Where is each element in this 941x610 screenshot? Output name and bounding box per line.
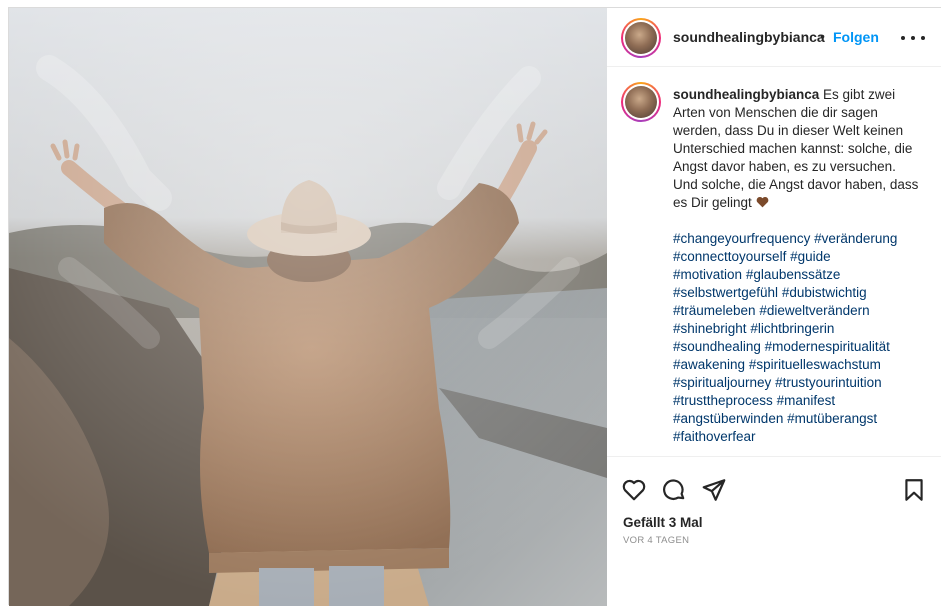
hashtag-list: #changeyourfrequency #veränderung #connec… bbox=[673, 230, 921, 446]
photo-illustration bbox=[9, 8, 607, 606]
hashtag-link[interactable]: #awakening bbox=[673, 357, 745, 372]
hashtag-link[interactable]: #dubistwichtig bbox=[782, 285, 867, 300]
comment-bubble-icon[interactable] bbox=[661, 477, 687, 503]
actions-section: Gefällt 3 Mal VOR 4 TAGEN bbox=[607, 456, 941, 606]
hashtag-link[interactable]: #connecttoyourself bbox=[673, 249, 786, 264]
hashtag-link[interactable]: #träumeleben bbox=[673, 303, 756, 318]
author-avatar[interactable] bbox=[621, 18, 661, 58]
page-edge bbox=[933, 556, 941, 610]
caption: soundhealingbybianca Es gibt zwei Arten … bbox=[673, 86, 921, 446]
post-timestamp[interactable]: VOR 4 TAGEN bbox=[623, 535, 689, 546]
hashtag-link[interactable]: #trusttheprocess bbox=[673, 393, 773, 408]
post-photo[interactable] bbox=[9, 8, 607, 606]
hashtag-link[interactable]: #angstüberwinden bbox=[673, 411, 783, 426]
post-side-panel: soundhealingbybianca • Folgen soundheali… bbox=[607, 8, 941, 606]
hashtag-link[interactable]: #changeyourfrequency bbox=[673, 231, 810, 246]
paper-plane-icon[interactable] bbox=[701, 477, 727, 503]
more-options-icon[interactable] bbox=[899, 26, 927, 50]
hashtag-link[interactable]: #glaubenssätze bbox=[746, 267, 841, 282]
hashtag-link[interactable]: #guide bbox=[790, 249, 831, 264]
author-username[interactable]: soundhealingbybianca bbox=[673, 29, 825, 45]
hashtag-link[interactable]: #faithoverfear bbox=[673, 429, 756, 444]
hashtag-link[interactable]: #modernespiritualität bbox=[765, 339, 890, 354]
caption-author-avatar[interactable] bbox=[621, 82, 661, 122]
hashtag-link[interactable]: #selbstwertgefühl bbox=[673, 285, 778, 300]
caption-username[interactable]: soundhealingbybianca bbox=[673, 87, 819, 102]
hashtag-link[interactable]: #shinebright bbox=[673, 321, 747, 336]
hashtag-link[interactable]: #dieweltverändern bbox=[759, 303, 869, 318]
hashtag-link[interactable]: #veränderung bbox=[814, 231, 897, 246]
caption-section: soundhealingbybianca Es gibt zwei Arten … bbox=[607, 68, 941, 456]
hashtag-link[interactable]: #lichtbringerin bbox=[750, 321, 834, 336]
hashtag-link[interactable]: #mutüberangst bbox=[787, 411, 877, 426]
hashtag-link[interactable]: #spirituelleswachstum bbox=[749, 357, 881, 372]
separator-dot: • bbox=[820, 28, 825, 44]
hashtag-link[interactable]: #soundhealing bbox=[673, 339, 761, 354]
hashtag-link[interactable]: #motivation bbox=[673, 267, 742, 282]
caption-text: Es gibt zwei Arten von Menschen die dir … bbox=[673, 87, 919, 210]
post-header: soundhealingbybianca • Folgen bbox=[607, 8, 941, 67]
hashtag-link[interactable]: #spiritualjourney bbox=[673, 375, 771, 390]
likes-count[interactable]: Gefällt 3 Mal bbox=[623, 515, 703, 530]
post-card: soundhealingbybianca • Folgen soundheali… bbox=[8, 7, 941, 606]
hashtag-link[interactable]: #trustyourintuition bbox=[775, 375, 882, 390]
heart-outline-icon[interactable] bbox=[621, 477, 647, 503]
bookmark-icon[interactable] bbox=[901, 477, 927, 503]
brown-heart-emoji bbox=[756, 196, 768, 208]
hashtag-link[interactable]: #manifest bbox=[777, 393, 836, 408]
follow-button[interactable]: Folgen bbox=[833, 29, 879, 45]
